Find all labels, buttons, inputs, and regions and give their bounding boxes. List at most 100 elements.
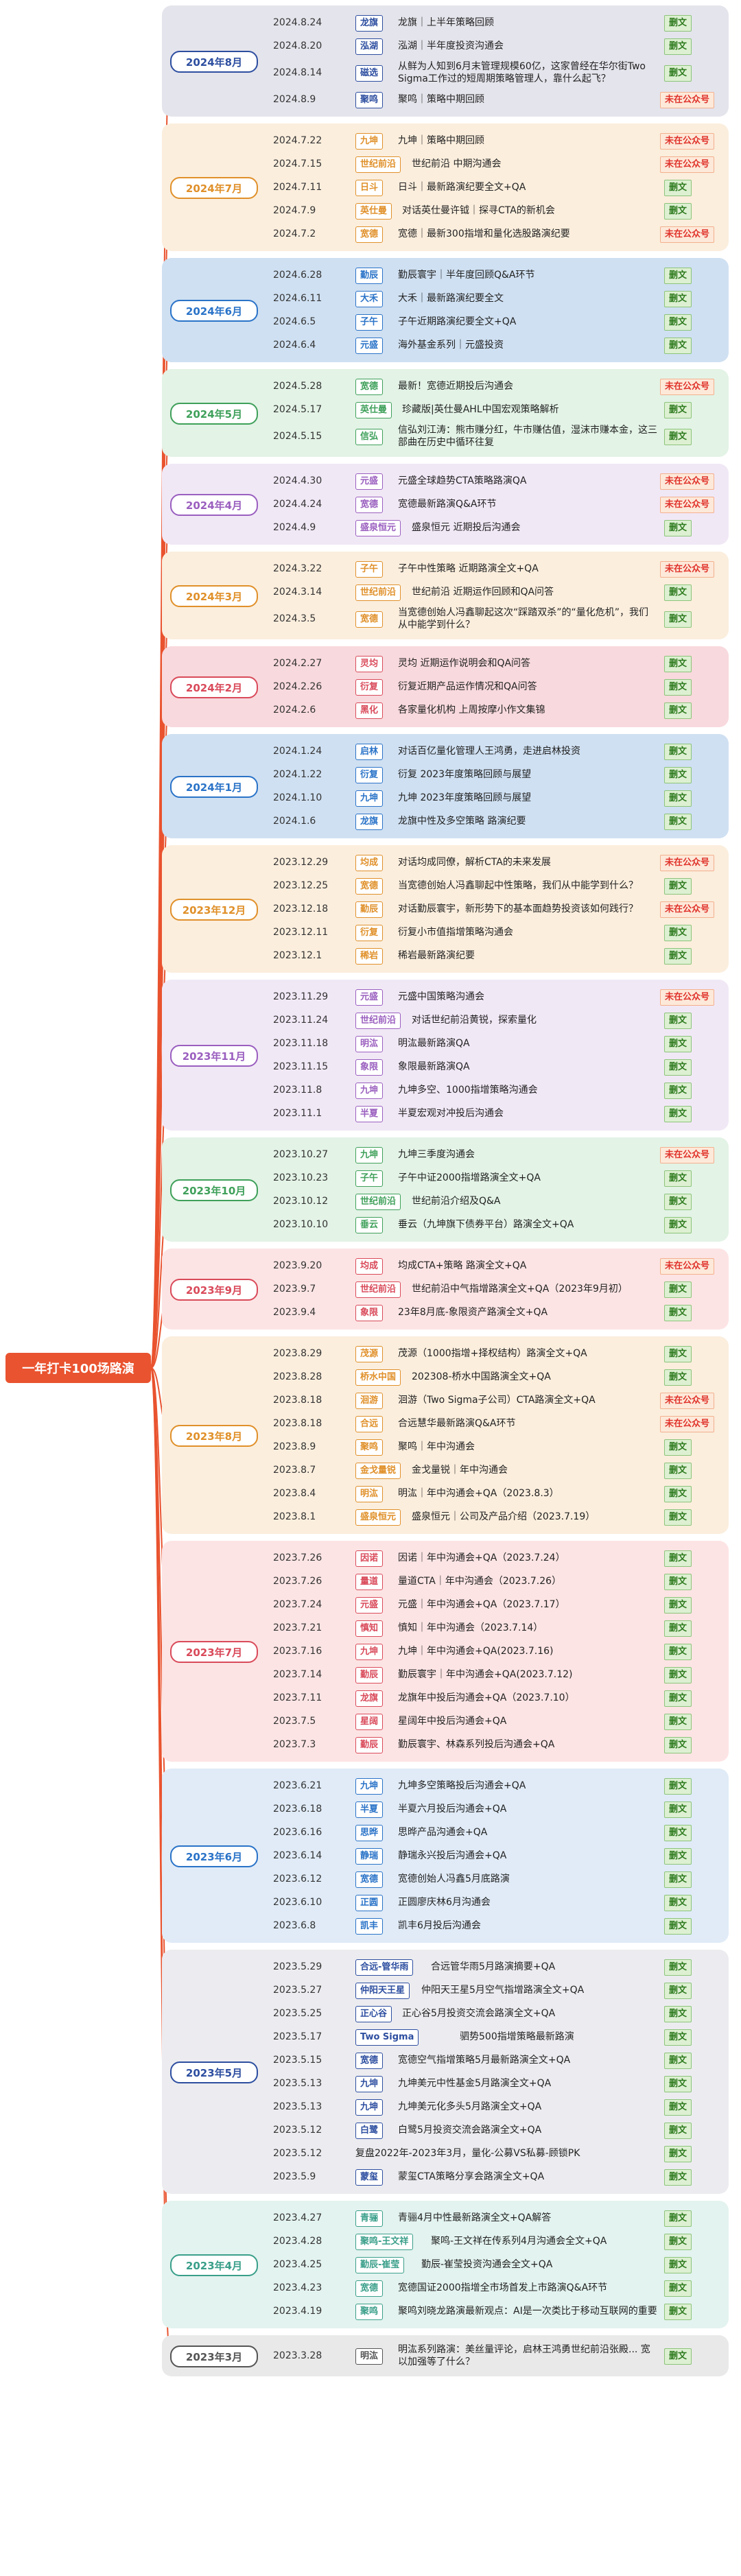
month-label[interactable]: 2023年5月 — [170, 2061, 258, 2083]
roadshow-entry[interactable]: 2024.4.9 盛泉恒元 盛泉恒元 近期投后沟通会 删文 — [273, 519, 726, 536]
month-label[interactable]: 2023年10月 — [170, 1179, 258, 1201]
roadshow-entry[interactable]: 2023.8.4 明汯 明汯｜年中沟通会+QA（2023.8.3） 删文 — [273, 1485, 726, 1502]
month-label[interactable]: 2023年9月 — [170, 1279, 258, 1301]
roadshow-entry[interactable]: 2023.5.17 Two Sigma 驷势500指增策略最新路演 删文 — [273, 2028, 726, 2046]
roadshow-entry[interactable]: 2023.12.25 宽德 当宽德创始人冯鑫聊起中性策略，我们从中能学到什么？ 删文 — [273, 877, 726, 895]
roadshow-entry[interactable]: 2023.10.12 世纪前沿 世纪前沿介绍及Q&A 删文 — [273, 1192, 726, 1210]
roadshow-entry[interactable]: 2024.3.22 子午 子午中性策略 近期路演全文+QA 未在公众号 — [273, 560, 726, 578]
roadshow-entry[interactable]: 2024.4.30 元盛 元盛全球趋势CTA策略路演QA 未在公众号 — [273, 472, 726, 490]
roadshow-entry[interactable]: 2024.1.10 九坤 九坤 2023年度策略回顾与展望 删文 — [273, 789, 726, 807]
month-label[interactable]: 2024年2月 — [170, 676, 258, 698]
roadshow-entry[interactable]: 2023.8.1 盛泉恒元 盛泉恒元｜公司及产品介绍（2023.7.19） 删文 — [273, 1508, 726, 1526]
roadshow-entry[interactable]: 2023.5.13 九坤 九坤美元化多头5月路演全文+QA 删文 — [273, 2098, 726, 2116]
roadshow-entry[interactable]: 2023.6.10 正圆 正圆廖庆林6月沟通会 删文 — [273, 1893, 726, 1911]
roadshow-entry[interactable]: 2023.7.16 九坤 九坤｜年中沟通会+QA(2023.7.16) 删文 — [273, 1642, 726, 1660]
roadshow-entry[interactable]: 2024.5.28 宽德 最新！宽德近期投后沟通会 未在公众号 — [273, 377, 726, 395]
month-label[interactable]: 2024年6月 — [170, 300, 258, 322]
month-label[interactable]: 2024年3月 — [170, 585, 258, 607]
roadshow-entry[interactable]: 2023.11.29 元盛 元盛中国策略沟通会 未在公众号 — [273, 988, 726, 1006]
roadshow-entry[interactable]: 2024.7.15 世纪前沿 世纪前沿 中期沟通会 未在公众号 — [273, 155, 726, 173]
month-label[interactable]: 2024年5月 — [170, 403, 258, 425]
roadshow-entry[interactable]: 2024.5.15 信弘 信弘刘江涛：熊市赚分红，牛市赚估值，湿沫市赚本金，这三部曲… — [273, 425, 726, 448]
roadshow-entry[interactable]: 2024.2.6 黑化 各家量化机构 上周按摩小作文集锦 删文 — [273, 701, 726, 719]
roadshow-entry[interactable]: 2023.7.14 勤辰 勤辰寰宇｜年中沟通会+QA(2023.7.12) 删文 — [273, 1666, 726, 1683]
roadshow-entry[interactable]: 2024.7.11 日斗 日斗｜最新路演纪要全文+QA 删文 — [273, 178, 726, 196]
roadshow-entry[interactable]: 2023.11.18 明汯 明汯最新路演QA 删文 — [273, 1035, 726, 1052]
roadshow-entry[interactable]: 2023.12.11 衍复 衍复小市值指增策略沟通会 删文 — [273, 923, 726, 941]
roadshow-entry[interactable]: 2023.5.13 九坤 九坤美元中性基金5月路演全文+QA 删文 — [273, 2075, 726, 2092]
month-label[interactable]: 2023年12月 — [170, 899, 258, 921]
roadshow-entry[interactable]: 2023.8.18 合远 合远慧华最新路演Q&A环节 未在公众号 — [273, 1415, 726, 1432]
roadshow-entry[interactable]: 2023.5.9 蒙玺 蒙玺CTA策略分享会路演全文+QA 删文 — [273, 2168, 726, 2186]
roadshow-entry[interactable]: 2023.7.11 龙旗 龙旗年中投后沟通会+QA（2023.7.10） 删文 — [273, 1689, 726, 1707]
roadshow-entry[interactable]: 2023.9.4 象限 23年8月底-象限资产路演全文+QA 删文 — [273, 1303, 726, 1321]
roadshow-entry[interactable]: 2023.4.28 聚鸣-王文祥 聚鸣-王文祥在传系列4月沟通会全文+QA 删文 — [273, 2232, 726, 2250]
roadshow-entry[interactable]: 2023.6.16 思晔 思晔产品沟通会+QA 删文 — [273, 1823, 726, 1841]
roadshow-entry[interactable]: 2024.2.26 衍复 衍复近期产品运作情况和QA问答 删文 — [273, 678, 726, 696]
roadshow-entry[interactable]: 2023.6.18 半夏 半夏六月投后沟通会+QA 删文 — [273, 1800, 726, 1818]
roadshow-entry[interactable]: 2023.11.24 世纪前沿 对话世纪前沿黄锐，探索量化 删文 — [273, 1011, 726, 1029]
roadshow-entry[interactable]: 2023.4.23 宽德 宽德国证2000指增全市场首发上市路演Q&A环节 删文 — [273, 2279, 726, 2297]
roadshow-entry[interactable]: 2024.7.2 宽德 宽德｜最新300指增和量化选股路演纪要 未在公众号 — [273, 225, 726, 243]
roadshow-entry[interactable]: 2023.8.29 茂源 茂源（1000指增+择权结构）路演全文+QA 删文 — [273, 1345, 726, 1362]
roadshow-entry[interactable]: 2024.6.28 勤辰 勤辰寰宇｜半年度回顾Q&A环节 删文 — [273, 266, 726, 284]
roadshow-entry[interactable]: 2024.4.24 宽德 宽德最新路演Q&A环节 未在公众号 — [273, 495, 726, 513]
roadshow-entry[interactable]: 2023.11.1 半夏 半夏宏观对冲投后沟通会 删文 — [273, 1104, 726, 1122]
roadshow-entry[interactable]: 2023.5.27 仲阳天王星 仲阳天王星5月空气指增路演全文+QA 删文 — [273, 1981, 726, 1999]
roadshow-entry[interactable]: 2024.1.22 衍复 衍复 2023年度策略回顾与展望 删文 — [273, 766, 726, 783]
root-node[interactable]: 一年打卡100场路演 — [5, 1353, 151, 1383]
roadshow-entry[interactable]: 2024.8.14 磁选 从鲜为人知到6月末管理规模60亿，这家曾经在华尔街Two … — [273, 61, 726, 84]
roadshow-entry[interactable]: 2023.5.12 白鹭 白鹭5月投资交流会路演全文+QA 删文 — [273, 2121, 726, 2139]
month-label[interactable]: 2023年7月 — [170, 1641, 258, 1663]
roadshow-entry[interactable]: 2023.8.18 洄游 洄游（Two Sigma子公司）CTA路演全文+QA 未在公… — [273, 1391, 726, 1409]
roadshow-entry[interactable]: 2023.9.20 均成 均成CTA+策略 路演全文+QA 未在公众号 — [273, 1257, 726, 1275]
month-label[interactable]: 2023年11月 — [170, 1045, 258, 1067]
roadshow-entry[interactable]: 2023.8.9 聚鸣 聚鸣｜年中沟通会 删文 — [273, 1438, 726, 1456]
roadshow-entry[interactable]: 2023.4.27 青骊 青骊4月中性最新路演全文+QA解答 删文 — [273, 2209, 726, 2227]
month-label[interactable]: 2024年1月 — [170, 776, 258, 798]
roadshow-entry[interactable]: 2024.1.6 龙旗 龙旗中性及多空策略 路演纪要 删文 — [273, 812, 726, 830]
roadshow-entry[interactable]: 2024.6.11 大禾 大禾｜最新路演纪要全文 删文 — [273, 289, 726, 307]
roadshow-entry[interactable]: 2023.4.19 聚鸣 聚鸣刘晓龙路演最新观点：AI是一次类比于移动互联网的重要变… — [273, 2302, 726, 2320]
roadshow-entry[interactable]: 2023.5.29 合远-管华雨 合远管华雨5月路演摘要+QA 删文 — [273, 1958, 726, 1976]
month-label[interactable]: 2024年8月 — [170, 51, 258, 73]
roadshow-entry[interactable]: 2023.11.8 九坤 九坤多空、1000指增策略沟通会 删文 — [273, 1081, 726, 1099]
roadshow-entry[interactable]: 2023.10.27 九坤 九坤三季度沟通会 未在公众号 — [273, 1146, 726, 1163]
roadshow-entry[interactable]: 2024.3.14 世纪前沿 世纪前沿 近期运作回顾和QA问答 删文 — [273, 583, 726, 601]
roadshow-entry[interactable]: 2024.6.5 子午 子午近期路演纪要全文+QA 删文 — [273, 313, 726, 331]
roadshow-entry[interactable]: 2023.11.15 象限 象限最新路演QA 删文 — [273, 1058, 726, 1076]
roadshow-entry[interactable]: 2023.12.18 勤辰 对话勤辰寰宇，新形势下的基本面趋势投资该如何践行？ 未在公… — [273, 900, 726, 918]
roadshow-entry[interactable]: 2023.4.25 勤辰-崔莹 勤辰-崔莹投资沟通会全文+QA 删文 — [273, 2256, 726, 2273]
roadshow-entry[interactable]: 2023.8.7 金戈量锐 金戈量锐｜年中沟通会 删文 — [273, 1461, 726, 1479]
roadshow-entry[interactable]: 2023.6.21 九坤 九坤多空策略投后沟通会+QA 删文 — [273, 1777, 726, 1795]
roadshow-entry[interactable]: 2024.3.5 宽德 当宽德创始人冯鑫聊起这次“踩踏双杀”的“量化危机”，我们从中… — [273, 607, 726, 630]
month-label[interactable]: 2024年7月 — [170, 177, 258, 199]
roadshow-entry[interactable]: 2024.5.17 英仕曼 珍藏版|英仕曼AHL中国宏观策略解析 删文 — [273, 401, 726, 418]
roadshow-entry[interactable]: 2023.7.3 勤辰 勤辰寰宇、林森系列投后沟通会+QA 删文 — [273, 1736, 726, 1753]
roadshow-entry[interactable]: 2024.8.24 龙旗 龙旗｜上半年策略回顾 删文 — [273, 14, 726, 32]
roadshow-entry[interactable]: 2023.6.14 静瑞 静瑞永兴投后沟通会+QA 删文 — [273, 1847, 726, 1865]
roadshow-entry[interactable]: 2023.7.5 星阔 星阔年中投后沟通会+QA 删文 — [273, 1712, 726, 1730]
roadshow-entry[interactable]: 2023.8.28 桥水中国 202308-桥水中国路演全文+QA 删文 — [273, 1368, 726, 1386]
month-label[interactable]: 2024年4月 — [170, 494, 258, 516]
roadshow-entry[interactable]: 2023.10.10 垂云 垂云（九坤旗下债券平台）路演全文+QA 删文 — [273, 1216, 726, 1233]
month-label[interactable]: 2023年4月 — [170, 2254, 258, 2276]
roadshow-entry[interactable]: 2023.9.7 世纪前沿 世纪前沿中气指增路演全文+QA（2023年9月初） 删文 — [273, 1280, 726, 1298]
roadshow-entry[interactable]: 2024.8.9 聚鸣 聚鸣｜策略中期回顾 未在公众号 — [273, 91, 726, 108]
roadshow-entry[interactable]: 2023.7.24 元盛 元盛｜年中沟通会+QA（2023.7.17） 删文 — [273, 1596, 726, 1614]
roadshow-entry[interactable]: 2024.7.22 九坤 九坤｜策略中期回顾 未在公众号 — [273, 132, 726, 150]
roadshow-entry[interactable]: 2023.7.26 量道 量道CTA｜年中沟通会（2023.7.26） 删文 — [273, 1572, 726, 1590]
roadshow-entry[interactable]: 2023.12.29 均成 对话均成同僚，解析CTA的未来发展 未在公众号 — [273, 853, 726, 871]
roadshow-entry[interactable]: 2023.5.15 宽德 宽德空气指增策略5月最新路演全文+QA 删文 — [273, 2051, 726, 2069]
roadshow-entry[interactable]: 2023.7.21 慎知 慎知｜年中沟通会（2023.7.14） 删文 — [273, 1619, 726, 1637]
roadshow-entry[interactable]: 2024.7.9 英仕曼 对话英仕曼许钺｜探寻CTA的新机会 删文 — [273, 202, 726, 220]
roadshow-entry[interactable]: 2024.2.27 灵均 灵均 近期运作说明会和QA问答 删文 — [273, 654, 726, 672]
roadshow-entry[interactable]: 2023.6.8 凯丰 凯丰6月投后沟通会 删文 — [273, 1917, 726, 1935]
month-label[interactable]: 2023年8月 — [170, 1425, 258, 1447]
roadshow-entry[interactable]: 2024.8.20 泓湖 泓湖｜半年度投资沟通会 删文 — [273, 37, 726, 55]
month-label[interactable]: 2023年3月 — [170, 2345, 258, 2367]
roadshow-entry[interactable]: 2023.12.1 稀岩 稀岩最新路演纪要 删文 — [273, 947, 726, 965]
roadshow-entry[interactable]: 2024.1.24 启林 对话百亿量化管理人王鸿勇，走进启林投资 删文 — [273, 742, 726, 760]
roadshow-entry[interactable]: 2023.3.28 明汯 明汯系列路演：美丝量评论，启林王鸿勇世纪前沿张殿... 宽… — [273, 2344, 726, 2367]
roadshow-entry[interactable]: 2023.5.25 正心谷 正心谷5月投资交流会路演全文+QA 删文 — [273, 2005, 726, 2022]
